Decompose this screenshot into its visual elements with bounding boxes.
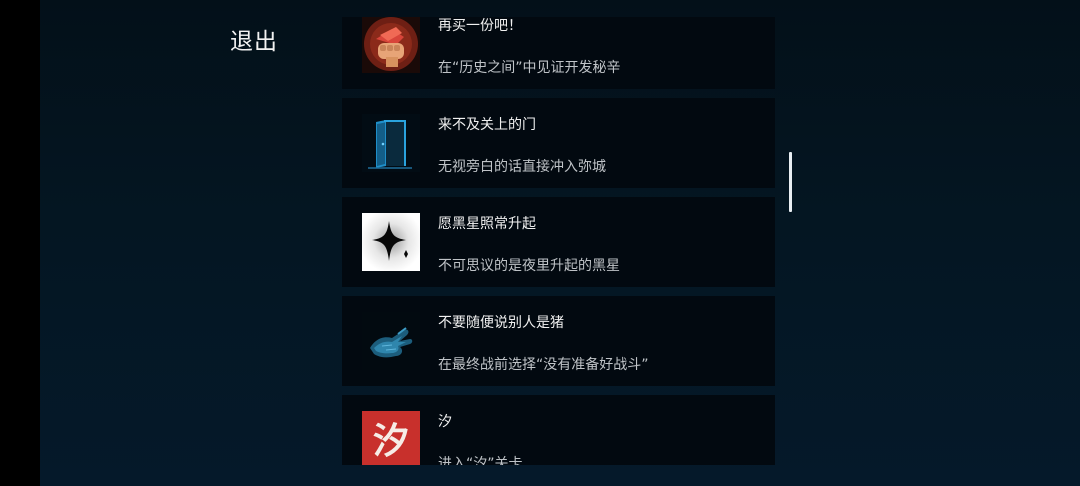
achievement-description: 在“历史之间”中见证开发秘辛 [438, 60, 621, 76]
scrollbar-thumb[interactable] [789, 152, 792, 212]
achievement-card[interactable]: 愿黑星照常升起 不可思议的是夜里升起的黑星 [342, 197, 775, 287]
blue-hand-icon [362, 312, 420, 370]
achievement-title: 不要随便说别人是猪 [438, 315, 564, 331]
xi-character-icon: 汐 [362, 411, 420, 465]
achievement-description: 无视旁白的话直接冲入弥城 [438, 159, 606, 175]
open-door-icon [362, 114, 420, 172]
fist-money-icon [362, 17, 420, 73]
achievement-title: 再买一份吧！ [438, 18, 522, 34]
svg-text:汐: 汐 [373, 421, 409, 462]
achievement-card[interactable]: 来不及关上的门 无视旁白的话直接冲入弥城 [342, 98, 775, 188]
achievement-title: 愿黑星照常升起 [438, 216, 536, 232]
achievement-card[interactable]: 再买一份吧！ 在“历史之间”中见证开发秘辛 [342, 17, 775, 89]
exit-button[interactable]: 退出 [230, 22, 278, 56]
achievement-card[interactable]: 汐 汐 进入“汐”关卡 [342, 395, 775, 465]
achievement-list[interactable]: 再买一份吧！ 在“历史之间”中见证开发秘辛 来不及关上的门 无视旁白的话直接冲入… [342, 17, 775, 465]
achievement-description: 不可思议的是夜里升起的黑星 [438, 258, 620, 274]
screen: 退出 再买一份吧！ 在“历史之间”中见证开发秘辛 来不及关上的门 无视旁白的话直… [0, 0, 1080, 486]
achievement-description: 在最终战前选择“没有准备好战斗” [438, 357, 649, 373]
black-star-icon [362, 213, 420, 271]
achievement-title: 汐 [438, 414, 452, 430]
achievement-description: 进入“汐”关卡 [438, 456, 523, 465]
achievement-card[interactable]: 不要随便说别人是猪 在最终战前选择“没有准备好战斗” [342, 296, 775, 386]
achievement-title: 来不及关上的门 [438, 117, 536, 133]
